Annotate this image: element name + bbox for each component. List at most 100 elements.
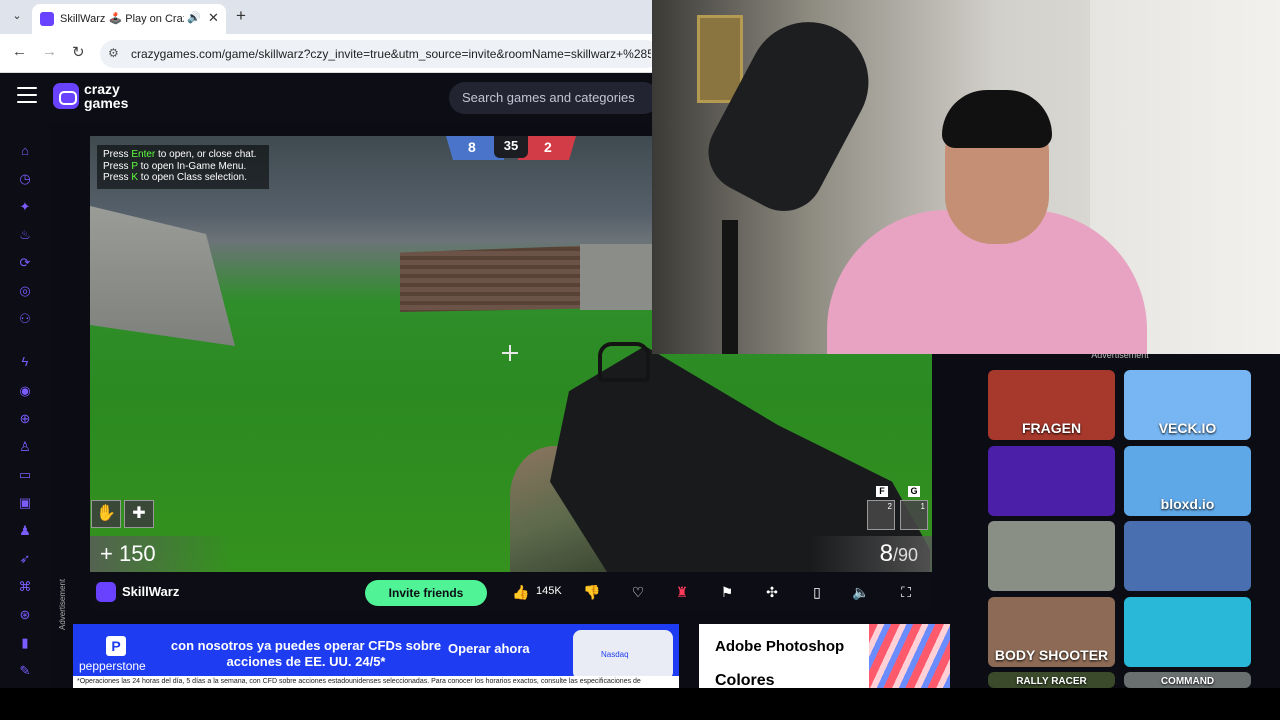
close-tab-icon[interactable]: ✕	[208, 10, 219, 26]
site-logo-text[interactable]: crazy games	[84, 82, 128, 110]
figure-icon[interactable]: ♙	[17, 439, 33, 455]
volume-icon[interactable]: 🔈	[850, 582, 872, 602]
mobile-icon[interactable]: ▯	[806, 582, 828, 602]
game-thumbnail[interactable]	[988, 521, 1115, 591]
shirt-icon[interactable]: ▣	[17, 495, 33, 511]
thumbs-up-icon[interactable]: 👍	[510, 582, 532, 602]
compass-icon[interactable]: ◉	[17, 383, 33, 399]
tab-list-dropdown-icon[interactable]: ⌄	[8, 9, 26, 25]
chat-help-box: Press Enter to open, or close chat. Pres…	[97, 145, 269, 189]
menu-icon[interactable]	[17, 87, 37, 105]
crosshair-icon	[502, 345, 518, 361]
hand-ability-icon: ✋	[91, 500, 121, 528]
url-field[interactable]: ⚙ crazygames.com/game/skillwarz?czy_invi…	[100, 40, 660, 68]
game-thumbnail-label: COMMAND	[1160, 676, 1215, 687]
back-icon[interactable]: ←	[12, 43, 27, 60]
pawn-icon[interactable]: ♟	[17, 523, 33, 539]
adobe-art-image	[869, 624, 950, 688]
screen: { "browser": { "tab_title": "SkillWarz 🕹…	[0, 0, 1280, 720]
game-thumbnail[interactable]: FRAGEN	[988, 370, 1115, 440]
users-icon[interactable]: ⚇	[17, 311, 33, 327]
clock-icon[interactable]: ◷	[17, 171, 33, 187]
game-toolbar: SkillWarz Invite friends 👍 145K 👎 ♡ ♜ ⚑ …	[90, 574, 932, 610]
crazygames-small-logo-icon	[96, 582, 116, 602]
nasdaq-card: Nasdaq	[573, 630, 673, 680]
search-input[interactable]: Search games and categories	[449, 82, 659, 114]
cam-person-hair	[942, 90, 1052, 148]
gamepad-icon[interactable]: ⌘	[17, 579, 33, 595]
ad-vertical-label: Advertisement	[58, 578, 67, 630]
knife-slot-icon: 2	[867, 500, 895, 530]
door-icon[interactable]: ▮	[17, 635, 33, 651]
nasdaq-label: Nasdaq	[601, 650, 629, 659]
game-thumbnail-label: VECK.IO	[1158, 420, 1217, 436]
wheel-icon[interactable]: ⊛	[17, 607, 33, 623]
pepperstone-cta-button[interactable]: Operar ahora	[448, 641, 530, 656]
tab-favicon-icon	[40, 12, 54, 26]
puzzle-icon[interactable]: ✎	[17, 663, 33, 679]
thumbs-down-icon[interactable]: 👎	[581, 582, 603, 602]
site-info-icon[interactable]: ⚙	[108, 46, 119, 60]
refresh-icon[interactable]: ⟳	[17, 255, 33, 271]
red-dot-sight	[598, 342, 650, 382]
game-thumbnail-label: bloxd.io	[1160, 496, 1215, 512]
game-thumbnail[interactable]: VECK.IO	[1124, 370, 1251, 440]
health-display: + 150	[90, 536, 230, 572]
search-placeholder: Search games and categories	[462, 90, 635, 105]
likes-count: 145K	[536, 585, 562, 597]
adobe-subtitle: Colores	[715, 672, 775, 688]
heal-ability-icon: ✚	[124, 500, 154, 528]
chat-help-line3: Press K to open Class selection.	[103, 172, 247, 183]
speaker-icon[interactable]: 🔊	[187, 11, 201, 24]
crazygames-logo-icon[interactable]	[53, 83, 79, 109]
flame-icon[interactable]: ♨	[17, 227, 33, 243]
grenade-slot-icon: 1	[900, 500, 928, 530]
pepperstone-ad[interactable]: P pepperstone con nosotros ya puedes ope…	[73, 624, 679, 688]
heart-icon[interactable]: ♡	[627, 582, 649, 602]
slot-f-count: 2	[887, 502, 892, 511]
game-thumbnail-label: RALLY RACER	[1016, 676, 1087, 687]
instagram-icon[interactable]: ◎	[17, 283, 33, 299]
ammo-max: /90	[892, 545, 918, 565]
game-thumbnail[interactable]	[1124, 521, 1251, 591]
logo-line2: games	[84, 95, 129, 111]
red-team-score: 2	[544, 139, 552, 155]
invite-friends-button[interactable]: Invite friends	[365, 580, 487, 606]
game-thumbnail[interactable]	[1124, 597, 1251, 667]
fullscreen-icon[interactable]: ⛶	[895, 582, 917, 602]
game-thumbnail[interactable]: RALLY RACER	[988, 672, 1115, 688]
car-icon[interactable]: ▭	[17, 467, 33, 483]
bolt-icon[interactable]: ϟ	[17, 354, 33, 370]
game-thumbnail[interactable]	[988, 446, 1115, 516]
forward-icon[interactable]: →	[42, 43, 57, 60]
chat-help-line2: Press P to open In-Game Menu.	[103, 160, 247, 172]
browser-tab-bar: ⌄ SkillWarz 🕹️ Play on CrazyGames 🔊 ✕ +	[0, 0, 652, 34]
left-sidebar: ⌂ ◷ ✦ ♨ ⟳ ◎ ⚇ ϟ ◉ ⊕ ♙ ▭ ▣ ♟ ➶ ⌘ ⊛ ▮ ✎	[0, 123, 50, 688]
site-header: crazy games Search games and categories	[0, 73, 659, 123]
concrete-wall	[90, 206, 235, 346]
pepperstone-logo-icon: P	[106, 636, 126, 656]
slot-f-key: F	[876, 486, 888, 497]
game-thumbnail[interactable]: BODY SHOOTER	[988, 597, 1115, 667]
adobe-ad[interactable]: Adobe Photoshop Colores	[699, 624, 950, 688]
sparkle-icon[interactable]: ✦	[17, 199, 33, 215]
ammo-current: 8	[879, 540, 893, 567]
new-tab-icon[interactable]: +	[236, 6, 246, 26]
pepperstone-fine-print: *Operaciones las 24 horas del día, 5 día…	[73, 676, 679, 688]
slot-g-count: 1	[920, 502, 925, 511]
adobe-title: Adobe Photoshop	[715, 638, 845, 655]
scoreboard: 8 2 35	[446, 136, 576, 162]
badge-icon[interactable]: ♜	[671, 582, 693, 602]
game-thumbnail[interactable]: COMMAND	[1124, 672, 1251, 688]
basketball-icon[interactable]: ⊕	[17, 411, 33, 427]
reload-icon[interactable]: ↻	[72, 43, 85, 61]
address-bar-row: ← → ↻ ⚙ crazygames.com/game/skillwarz?cz…	[0, 34, 660, 73]
ammo-display: 8/90	[810, 536, 932, 572]
gamepad-settings-icon[interactable]: ✣	[761, 582, 783, 602]
report-icon[interactable]: ⚑	[716, 582, 738, 602]
rocket-icon[interactable]: ➶	[17, 551, 33, 567]
logo-line1: crazy	[84, 81, 120, 97]
browser-tab[interactable]: SkillWarz 🕹️ Play on CrazyGames 🔊 ✕	[32, 4, 226, 34]
home-icon[interactable]: ⌂	[17, 143, 33, 159]
game-thumbnail[interactable]: bloxd.io	[1124, 446, 1251, 516]
